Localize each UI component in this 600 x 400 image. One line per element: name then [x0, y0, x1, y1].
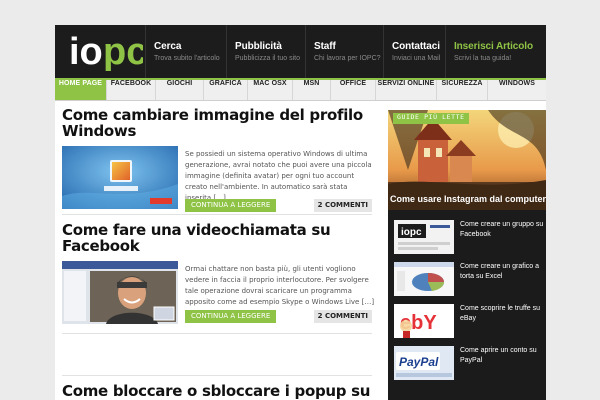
- topnav-subtitle: Chi lavora per IOPC?: [314, 55, 381, 62]
- sidebar-item-thumbnail: ebY: [394, 304, 454, 338]
- post-title[interactable]: Come cambiare immagine del profilo Windo…: [62, 107, 372, 139]
- popular-guides-badge: GUIDE PIÙ LETTE: [393, 113, 469, 124]
- cat-home-page[interactable]: HOME PAGE: [55, 80, 107, 100]
- topnav-subtitle: Inviaci una Mail: [392, 55, 441, 62]
- cat-grafica[interactable]: GRAFICA: [204, 80, 248, 100]
- sidebar-item-thumbnail: PayPal: [394, 346, 454, 380]
- post-excerpt: Se possiedi un sistema operativo Windows…: [185, 150, 372, 202]
- site-header: io pc Cerca Trova subito l'articolo Pubb…: [55, 25, 546, 78]
- sidebar-item-title: Come creare un gruppo su Facebook: [460, 221, 544, 238]
- cat-sicurezza[interactable]: SICUREZZA: [437, 80, 488, 100]
- sidebar-item-thumbnail: [394, 262, 454, 296]
- read-more-button[interactable]: CONTINUA A LEGGERE: [185, 310, 277, 323]
- post-excerpt: Ormai chattare non basta più, gli utenti…: [185, 265, 375, 306]
- sidebar-item-facebook-group[interactable]: iopc Come creare un gruppo su Facebook: [394, 220, 544, 256]
- cat-mac-osx[interactable]: MAC OSX: [248, 80, 293, 100]
- topnav-title: Pubblicità: [235, 41, 282, 52]
- post-thumbnail[interactable]: [62, 261, 178, 324]
- topnav-cerca[interactable]: Cerca Trova subito l'articolo: [145, 25, 226, 78]
- svg-text:PayPal: PayPal: [399, 355, 439, 369]
- post-divider: [62, 333, 372, 334]
- sidebar-item-title: Come creare un grafico a torta su Excel: [460, 263, 539, 280]
- cat-msn[interactable]: MSN: [293, 80, 331, 100]
- sidebar-item-thumbnail: iopc: [394, 220, 454, 254]
- comments-count-button[interactable]: 2 COMMENTI: [313, 199, 372, 212]
- cat-servizi-online[interactable]: SERVIZI ONLINE: [376, 80, 437, 100]
- sidebar-item-title: Come aprire un conto su PayPal: [460, 347, 537, 364]
- read-more-button[interactable]: CONTINUA A LEGGERE: [185, 199, 277, 212]
- post-card: Come fare una videochiamata su Facebook …: [62, 222, 375, 332]
- cat-windows[interactable]: WINDOWS: [488, 80, 546, 100]
- cat-facebook[interactable]: FACEBOOK: [107, 80, 156, 100]
- top-navigation: Cerca Trova subito l'articolo Pubblicità…: [145, 25, 546, 78]
- post-divider: [62, 375, 372, 376]
- post-card: Come cambiare immagine del profilo Windo…: [62, 107, 372, 212]
- post-title[interactable]: Come fare una videochiamata su Facebook: [62, 222, 372, 254]
- topnav-subtitle: Pubblicizza il tuo sito: [235, 55, 300, 62]
- page-wrapper: io pc Cerca Trova subito l'articolo Pubb…: [55, 25, 546, 400]
- featured-article[interactable]: GUIDE PIÙ LETTE Come usare Instagram dal…: [388, 110, 546, 210]
- sidebar-item-title: Come scoprire le truffe su eBay: [460, 305, 541, 322]
- post-title[interactable]: Come bloccare o sbloccare i popup su: [62, 383, 372, 399]
- iopc-logo[interactable]: io pc: [69, 31, 143, 71]
- post-thumbnail[interactable]: [62, 146, 178, 209]
- comments-count-button[interactable]: 2 COMMENTI: [313, 310, 372, 323]
- topnav-subtitle: Trova subito l'articolo: [154, 55, 220, 62]
- sidebar-item-paypal-account[interactable]: PayPal Come aprire un conto su PayPal: [394, 346, 544, 382]
- topnav-title: Cerca: [154, 41, 182, 52]
- post-card: Come bloccare o sbloccare i popup su: [62, 383, 372, 400]
- cat-office[interactable]: OFFICE: [331, 80, 376, 100]
- sidebar-popular-guides: GUIDE PIÙ LETTE Come usare Instagram dal…: [388, 110, 546, 400]
- category-navigation: HOME PAGE FACEBOOK GIOCHI GRAFICA MAC OS…: [55, 78, 546, 101]
- topnav-title: Contattaci: [392, 41, 440, 52]
- topnav-staff[interactable]: Staff Chi lavora per IOPC?: [305, 25, 383, 78]
- topnav-pubblicita[interactable]: Pubblicità Pubblicizza il tuo sito: [226, 25, 305, 78]
- post-divider: [62, 214, 372, 215]
- topnav-subtitle: Scrivi la tua guida!: [454, 55, 512, 62]
- topnav-title: Inserisci Articolo: [454, 41, 533, 52]
- featured-article-title[interactable]: Come usare Instagram dal computer: [390, 194, 546, 204]
- logo-pc-text: pc: [103, 31, 143, 71]
- svg-text:iopc: iopc: [401, 227, 422, 238]
- topnav-inserisci-articolo[interactable]: Inserisci Articolo Scrivi la tua guida!: [445, 25, 546, 78]
- sidebar-item-excel-pie-chart[interactable]: Come creare un grafico a torta su Excel: [394, 262, 544, 298]
- topnav-title: Staff: [314, 41, 336, 52]
- cat-giochi[interactable]: GIOCHI: [156, 80, 204, 100]
- sidebar-item-ebay-scam[interactable]: ebY Come scoprire le truffe su eBay: [394, 304, 544, 340]
- logo-io-text: io: [69, 31, 103, 71]
- topnav-contattaci[interactable]: Contattaci Inviaci una Mail: [383, 25, 445, 78]
